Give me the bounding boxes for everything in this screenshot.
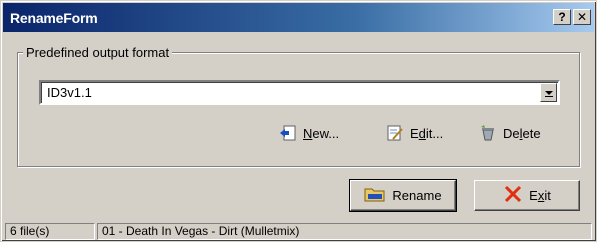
format-combobox[interactable]: ID3v1.1 [39, 80, 560, 105]
edit-icon [386, 124, 404, 142]
close-button[interactable]: ✕ [573, 9, 591, 25]
edit-label: it... [425, 125, 444, 141]
delete-label: ete [522, 125, 541, 141]
status-bar: 6 file(s) 01 - Death In Vegas - Dirt (Mu… [3, 221, 594, 241]
dropdown-arrow-icon[interactable] [540, 83, 557, 102]
delete-format-button[interactable]: Delete [479, 120, 541, 146]
edit-label-pre: E [410, 125, 419, 141]
exit-button[interactable]: Exit [474, 180, 580, 211]
title-bar[interactable]: RenameForm ? ✕ [3, 3, 594, 32]
rename-label: Rename [392, 188, 442, 203]
exit-label: it [544, 188, 551, 203]
rename-form-window: RenameForm ? ✕ Predefined output format … [0, 0, 597, 242]
new-icon [279, 124, 297, 142]
window-title: RenameForm [10, 9, 98, 26]
rename-button[interactable]: Rename [349, 179, 457, 212]
help-button[interactable]: ? [553, 9, 571, 25]
delete-label-pre: De [503, 125, 520, 141]
edit-format-button[interactable]: Edit... [386, 120, 443, 146]
new-label: ew... [312, 125, 340, 141]
rename-icon [364, 185, 386, 206]
status-current-file: 01 - Death In Vegas - Dirt (Mulletmix) [97, 223, 592, 240]
delete-icon [479, 124, 497, 142]
format-combobox-value: ID3v1.1 [47, 85, 92, 100]
group-label: Predefined output format [23, 45, 173, 60]
exit-label-pre: E [529, 188, 538, 203]
format-groupbox [17, 52, 580, 167]
exit-icon [503, 184, 523, 207]
new-format-button[interactable]: New... [279, 120, 339, 146]
status-file-count: 6 file(s) [5, 223, 95, 240]
new-accel: N [303, 125, 313, 141]
edit-accel: d [418, 125, 426, 141]
